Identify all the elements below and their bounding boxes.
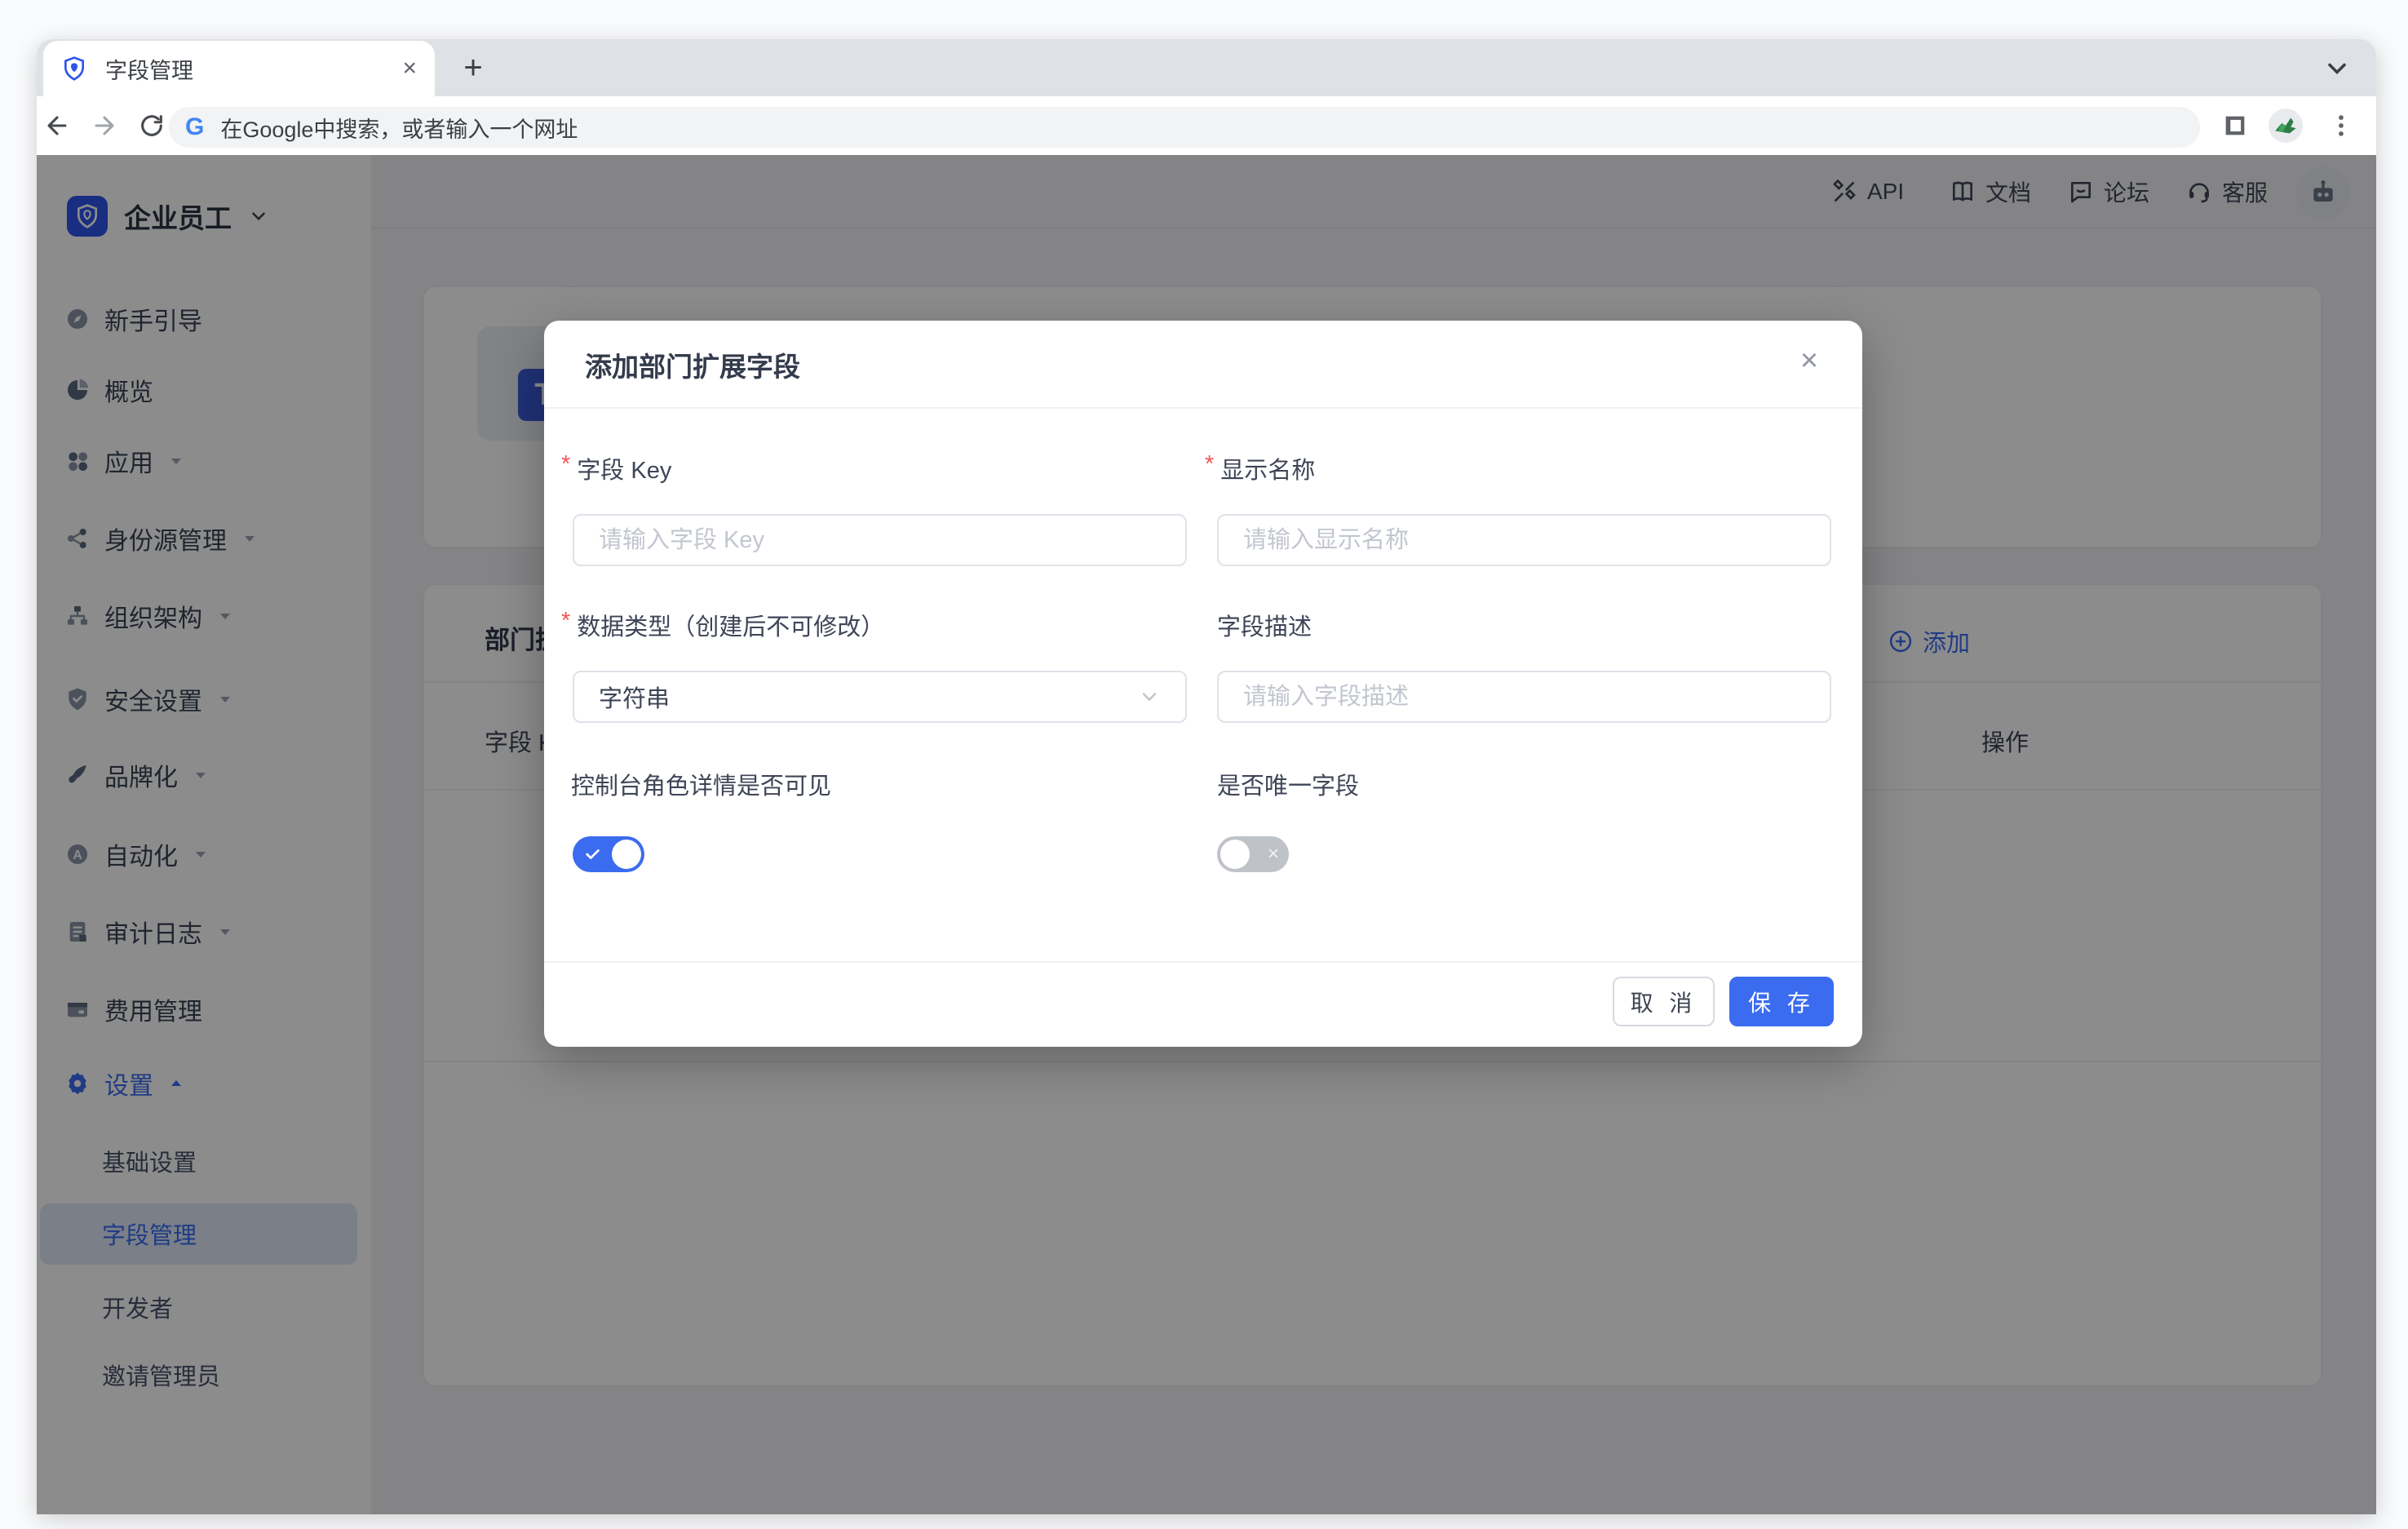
save-button[interactable]: 保 存 <box>1729 977 1834 1026</box>
url-text: 在Google中搜索，或者输入一个网址 <box>220 112 578 144</box>
dragon-avatar-icon <box>2270 110 2301 141</box>
browser-tab-strip: 字段管理 × + <box>37 39 2376 96</box>
field-key-input[interactable] <box>573 514 1187 566</box>
tab-close-icon[interactable]: × <box>402 56 417 81</box>
back-button[interactable] <box>38 107 76 144</box>
data-type-label: *数据类型（创建后不可修改） <box>561 608 884 642</box>
unique-field-label: 是否唯一字段 <box>1217 767 1359 801</box>
display-name-label: *显示名称 <box>1205 451 1315 485</box>
tab-strip-chevron-down-icon[interactable] <box>2322 54 2352 83</box>
console-visible-toggle[interactable] <box>573 836 644 872</box>
browser-tab[interactable]: 字段管理 × <box>43 41 435 96</box>
description-input[interactable] <box>1217 671 1831 723</box>
toggle-knob <box>612 840 641 869</box>
browser-profile-avatar[interactable] <box>2269 109 2303 143</box>
google-icon: G <box>185 113 204 141</box>
reload-button[interactable] <box>133 107 170 144</box>
cancel-button[interactable]: 取 消 <box>1613 977 1715 1026</box>
split-view-button[interactable] <box>2216 107 2254 144</box>
tab-favicon-shield-icon <box>61 55 87 82</box>
toggle-knob <box>1220 840 1250 869</box>
toggle-check-icon <box>584 836 602 872</box>
data-type-value: 字符串 <box>599 680 670 714</box>
app-viewport: API 文档 论坛 客服 <box>37 155 2376 1514</box>
display-name-input[interactable] <box>1217 514 1831 566</box>
data-type-select[interactable]: 字符串 <box>573 671 1187 723</box>
new-tab-button[interactable]: + <box>454 49 492 86</box>
browser-navbar: G 在Google中搜索，或者输入一个网址 <box>37 96 2376 155</box>
description-label: 字段描述 <box>1217 608 1312 642</box>
unique-field-toggle[interactable]: × <box>1217 836 1289 872</box>
forward-button[interactable] <box>86 107 123 144</box>
browser-window: 字段管理 × + G 在Google中搜索，或者输入一个网址 <box>37 39 2376 1514</box>
add-field-modal: 添加部门扩展字段 × *字段 Key *显示名称 *数据类型（创建后不可修改） … <box>544 321 1862 1047</box>
toggle-x-icon: × <box>1268 836 1279 872</box>
url-bar[interactable]: G 在Google中搜索，或者输入一个网址 <box>169 107 2200 148</box>
modal-title: 添加部门扩展字段 <box>585 345 800 384</box>
select-chevron-down-icon <box>1138 685 1161 708</box>
tab-title: 字段管理 <box>105 53 402 85</box>
modal-close-icon[interactable]: × <box>1789 340 1830 381</box>
browser-menu-icon[interactable] <box>2322 107 2360 144</box>
field-key-label: *字段 Key <box>561 451 671 485</box>
console-visible-label: 控制台角色详情是否可见 <box>571 767 831 801</box>
